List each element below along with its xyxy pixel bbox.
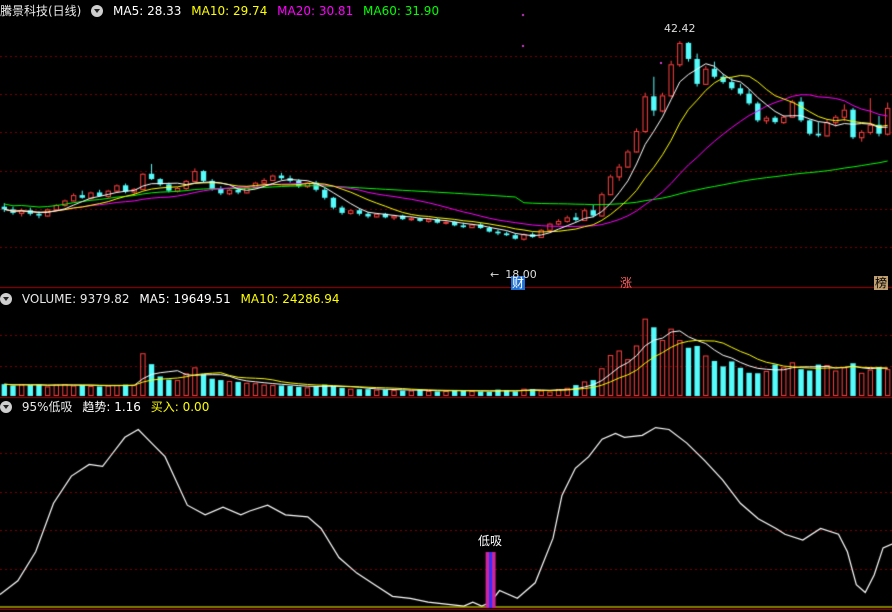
dropdown-icon[interactable] xyxy=(0,401,12,413)
ma60-label: MA60: 31.90 xyxy=(363,4,440,18)
volume-panel-header: VOLUME: 9379.82 MA5: 19649.51 MA10: 2428… xyxy=(0,290,345,308)
event-marker-zhang[interactable]: 涨 xyxy=(619,276,633,290)
ma5-label: MA5: 28.33 xyxy=(113,4,182,18)
buy-signal-label: 低吸 xyxy=(478,534,503,548)
indicator-name: 95%低吸 xyxy=(21,400,73,414)
volume-label: VOLUME: 9379.82 xyxy=(21,292,130,306)
dropdown-icon[interactable] xyxy=(0,293,12,305)
price-low-label: ← 18.00 xyxy=(490,268,537,281)
buy-label: 买入: 0.00 xyxy=(150,400,210,414)
price-panel-header: 騰景科技(日线) MA5: 28.33 MA10: 29.74 MA20: 30… xyxy=(0,2,445,20)
ma10-label: MA10: 29.74 xyxy=(191,4,268,18)
ma20-label: MA20: 30.81 xyxy=(277,4,354,18)
dropdown-icon[interactable] xyxy=(91,5,104,17)
volume-ma5-label: MA5: 19649.51 xyxy=(139,292,231,306)
indicator-panel-header: 95%低吸 趋势: 1.16 买入: 0.00 xyxy=(0,398,215,416)
volume-ma10-label: MA10: 24286.94 xyxy=(240,292,340,306)
price-high-label: 42.42 xyxy=(664,22,696,35)
stock-title[interactable]: 騰景科技(日线) xyxy=(0,4,81,18)
event-marker-bang[interactable]: 榜 xyxy=(874,276,888,290)
trend-label: 趋势: 1.16 xyxy=(82,400,141,414)
